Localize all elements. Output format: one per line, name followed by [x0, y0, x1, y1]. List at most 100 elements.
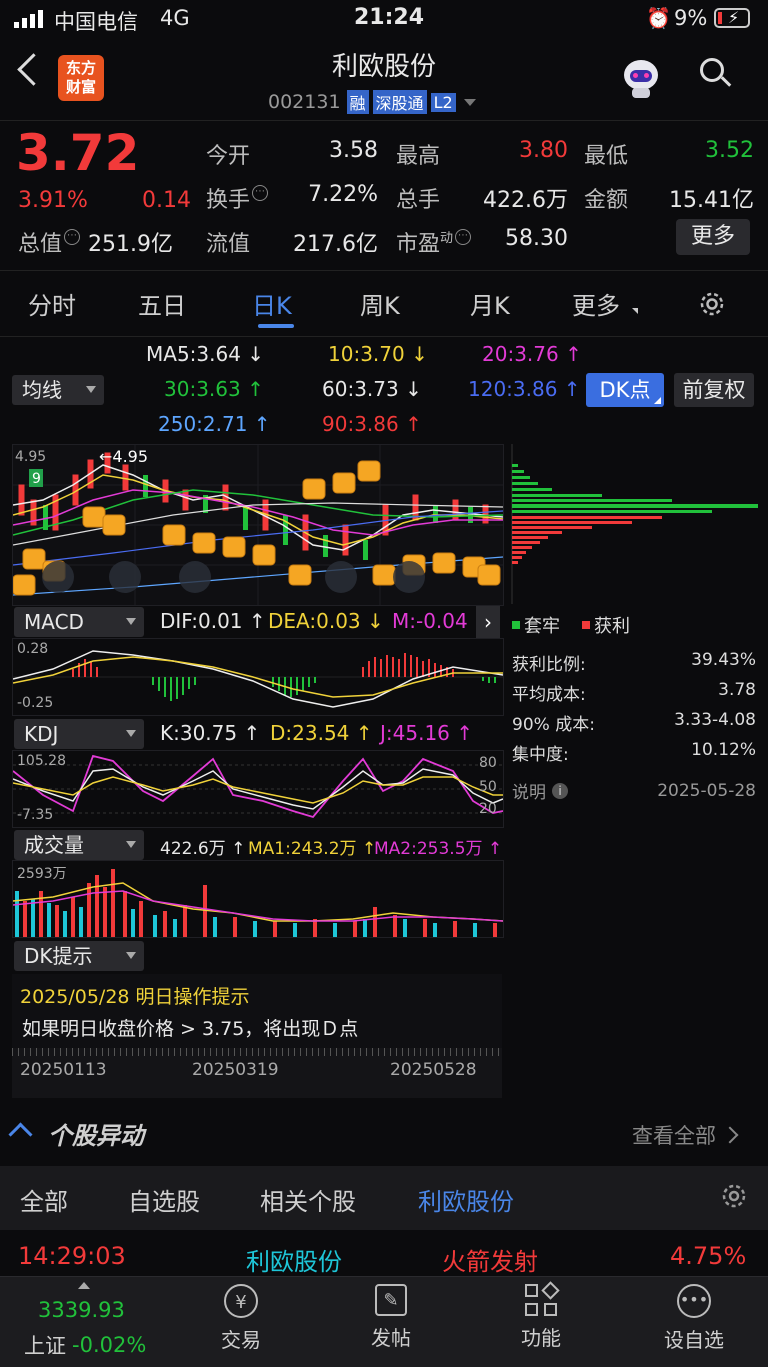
network-text: 4G [160, 6, 190, 30]
tab-five-day[interactable]: 五日 [138, 286, 186, 321]
signal-icon [14, 10, 48, 28]
dk-tip-title: 2025/05/28 明日操作提示 [20, 986, 250, 1008]
pe-label: 市盈 动 ⋯ [396, 222, 472, 258]
volume-selector[interactable]: 成交量 [14, 830, 144, 860]
search-icon[interactable] [700, 58, 732, 88]
subtab-all[interactable]: 全部 [20, 1182, 68, 1217]
more-dots-icon: ••• [677, 1284, 711, 1318]
info-icon[interactable]: ⋯ [455, 229, 472, 245]
view-all-link[interactable]: 查看全部 [632, 1120, 739, 1150]
ma90-value: 90:3.86 ↑ [322, 412, 422, 436]
signal-markers [12, 460, 501, 596]
profit-bars [512, 516, 662, 564]
post-tab[interactable]: ✎ 发帖 [356, 1284, 426, 1351]
ma60-value: 60:3.73 ↓ [322, 377, 422, 401]
chip-distribution-chart [508, 444, 758, 604]
macd-expand-button[interactable]: › [476, 606, 500, 638]
chip-stats: 获利比例: 39.43% 平均成本: 3.78 90% 成本: 3.33-4.08 集… [512, 650, 756, 765]
macd-chart[interactable]: 0.28 -0.25 [12, 638, 504, 716]
macd-axis-bottom: -0.25 [17, 695, 54, 711]
float-label: 流值 [206, 232, 251, 257]
info-icon[interactable]: ⋯ [252, 185, 269, 201]
index-summary[interactable]: 上证 -0.02% [24, 1330, 146, 1360]
kline-high-marker: ←4.95 [99, 447, 149, 466]
add-watchlist-tab[interactable]: ••• 设自选 [656, 1284, 732, 1353]
date-label-end: 20250528 [390, 1060, 477, 1080]
trade-icon: ¥ [224, 1284, 258, 1318]
movement-stock[interactable]: 利欧股份 [246, 1242, 342, 1277]
turnover-label: 换手 ⋯ [206, 182, 269, 214]
tab-more[interactable]: 更多 [572, 286, 620, 321]
current-price: 3.72 [16, 124, 140, 182]
badge-margin: 融 [346, 90, 369, 114]
volume-up-bars [23, 869, 497, 937]
more-button[interactable]: 更多 [676, 219, 750, 255]
low-value: 3.52 [705, 138, 754, 163]
zoom-in-icon [179, 561, 211, 593]
chevron-right-icon [721, 1126, 739, 1144]
tab-monthly-k[interactable]: 月K [470, 286, 510, 321]
macd-m: M:-0.04 [392, 609, 468, 633]
gear-icon[interactable] [697, 289, 727, 319]
candles [18, 452, 489, 556]
dk-tip-selector[interactable]: DK提示 [14, 941, 144, 971]
index-value[interactable]: 3339.93 [38, 1298, 125, 1322]
index-expand-icon[interactable] [78, 1282, 90, 1289]
volume-current: 422.6万 ↑ [160, 839, 246, 859]
movement-percent: 4.75% [670, 1242, 747, 1270]
ma5-value: MA5:3.64 ↓ [146, 342, 265, 366]
badge-l2: L2 [430, 92, 456, 112]
function-tab[interactable]: 功能 [506, 1281, 576, 1351]
robot-assistant-icon[interactable] [618, 56, 664, 100]
change-value: 0.14 [142, 188, 191, 213]
fullscreen-icon [393, 561, 425, 593]
chevron-down-icon[interactable] [463, 98, 476, 106]
date-label-start: 20250113 [20, 1060, 107, 1080]
kdj-selector[interactable]: KDJ [14, 719, 144, 749]
kdj-k: K:30.75 ↑ [160, 721, 261, 745]
kdj-axis-top: 105.28 [17, 753, 66, 769]
section-title: 个股异动 [48, 1122, 144, 1150]
info-icon[interactable]: i [552, 782, 568, 799]
movement-row[interactable]: 14:29:03 利欧股份 火箭发射 4.75% [0, 1236, 768, 1276]
kdj-ref-20: 20 [479, 801, 497, 817]
volume-label: 总手 [396, 188, 441, 213]
trade-tab[interactable]: ¥ 交易 [206, 1284, 276, 1353]
chip-note[interactable]: 说明 i 2025-05-28 [512, 778, 756, 804]
kdj-chart[interactable]: 105.28 -7.35 80 50 20 [12, 750, 504, 828]
tab-daily-k[interactable]: 日K [252, 286, 292, 321]
subtab-related[interactable]: 相关个股 [260, 1182, 356, 1217]
forward-adjust-button[interactable]: 前复权 [674, 373, 754, 407]
subtab-current-stock[interactable]: 利欧股份 [418, 1182, 514, 1217]
volume-ma2-line [12, 890, 504, 922]
volume-value: 422.6万 [483, 188, 568, 213]
kdj-axis-bottom: -7.35 [17, 807, 54, 823]
tab-weekly-k[interactable]: 周K [360, 286, 400, 321]
info-icon[interactable]: ⋯ [64, 229, 81, 245]
nav-left-icon [42, 561, 74, 593]
volume-ma2: MA2:253.5万 ↑ [374, 839, 503, 859]
amount-value: 15.41亿 [669, 188, 754, 213]
ma-selector[interactable]: 均线 [12, 375, 104, 405]
low-label: 最低 [584, 144, 629, 169]
settings-gear-icon[interactable] [720, 1182, 748, 1210]
kdj-ref-50: 50 [479, 779, 497, 795]
chip-legend: 套牢 获利 [512, 612, 630, 638]
subtab-watchlist[interactable]: 自选股 [128, 1182, 200, 1217]
time-text: 21:24 [354, 5, 425, 30]
volume-ma1: MA1:243.2万 ↑ [248, 839, 377, 859]
macd-selector[interactable]: MACD [14, 607, 144, 637]
tab-active-indicator [258, 324, 294, 328]
macd-dea: DEA:0.03 ↓ [268, 609, 384, 633]
high-value: 3.80 [519, 138, 568, 163]
kdj-j: J:45.16 ↑ [380, 721, 474, 745]
kline-chart[interactable]: 9 4.95 ←4.95 [12, 444, 504, 606]
volume-chart[interactable]: 2593万 [12, 860, 504, 938]
signal-marker-nine-label: 9 [32, 471, 41, 487]
macd-dif: DIF:0.01 ↑ [160, 609, 266, 633]
zoom-out-icon [109, 561, 141, 593]
movement-time: 14:29:03 [18, 1242, 126, 1270]
dk-point-button[interactable]: DK点 [586, 373, 664, 407]
tab-intraday[interactable]: 分时 [28, 286, 76, 321]
date-axis: 20250113 20250319 20250528 [12, 1048, 502, 1098]
